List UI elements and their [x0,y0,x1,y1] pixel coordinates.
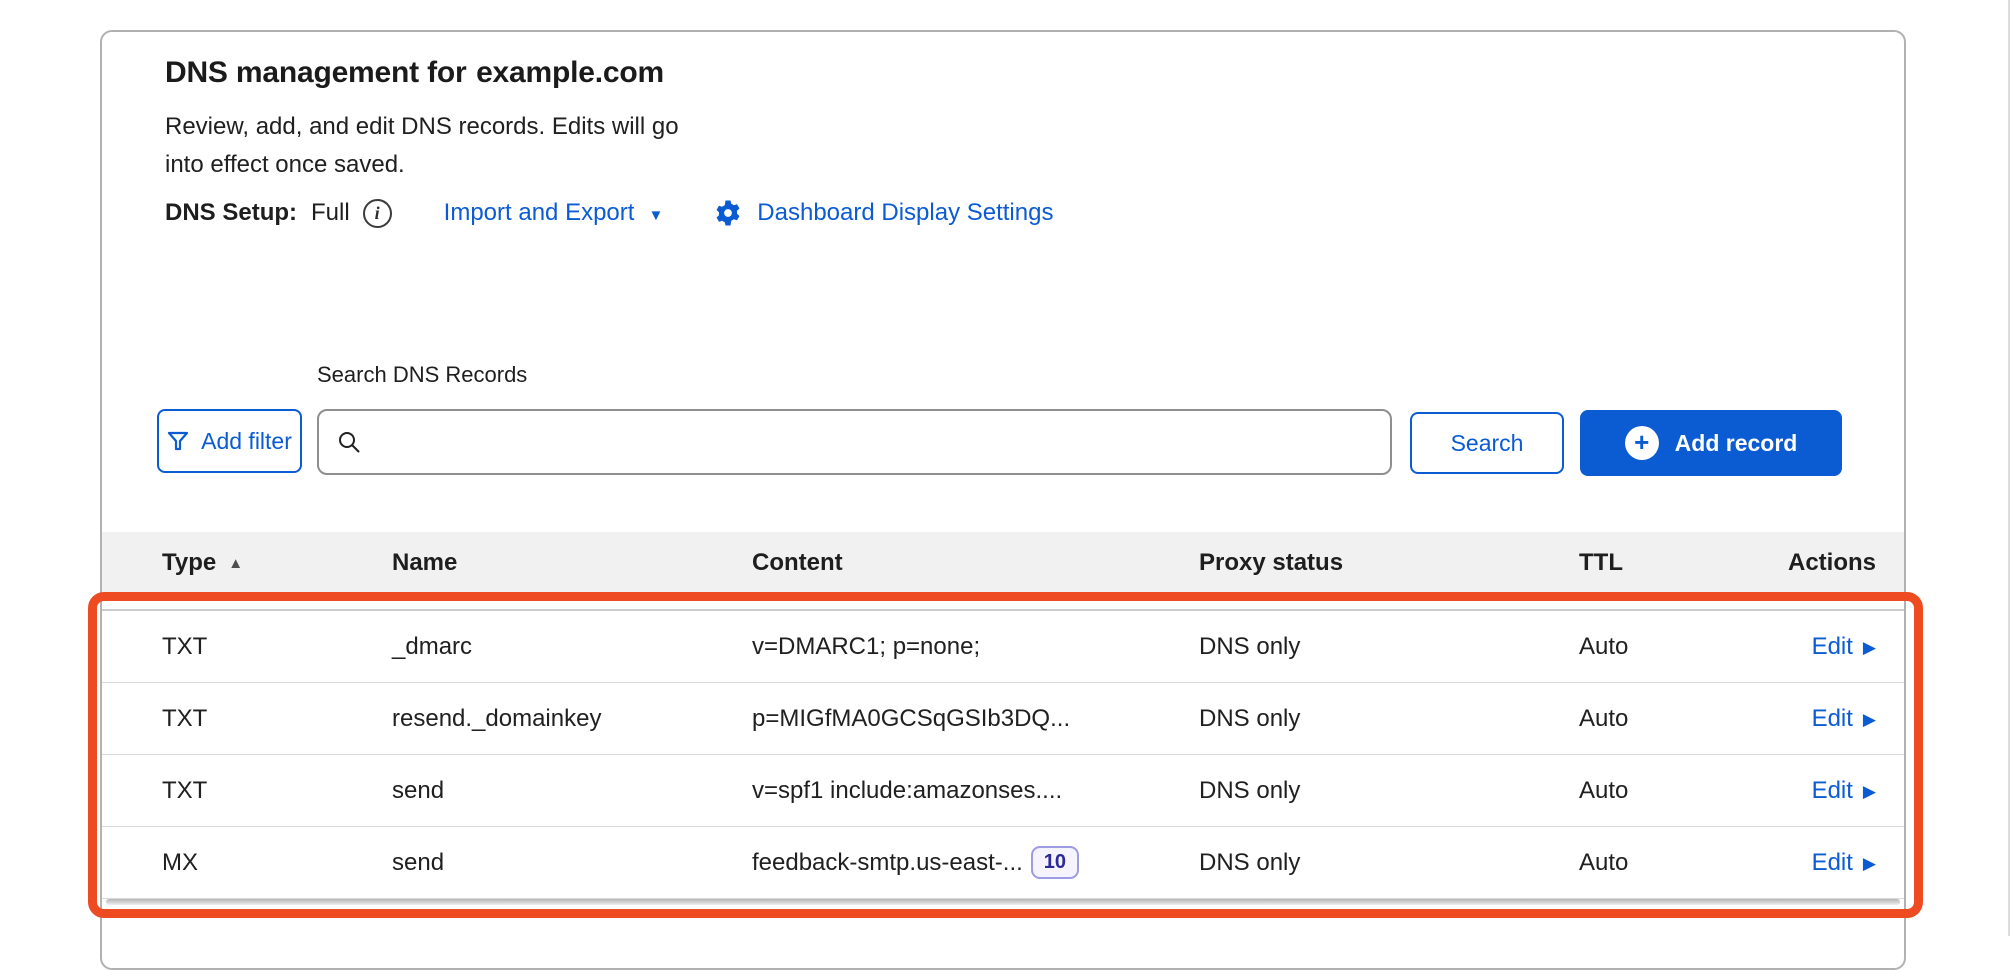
sort-ascending-icon: ▲ [228,555,243,572]
cell-proxy-status: DNS only [1199,633,1579,661]
edit-record-button[interactable]: Edit ▶ [1812,705,1876,733]
dashboard-display-settings-label: Dashboard Display Settings [757,199,1053,227]
add-filter-button[interactable]: Add filter [157,409,302,473]
cell-name: resend._domainkey [392,705,752,733]
edit-record-button[interactable]: Edit ▶ [1812,633,1876,661]
cell-proxy-status: DNS only [1199,849,1579,877]
cell-content: v=DMARC1; p=none; [752,633,1199,661]
cell-name: _dmarc [392,633,752,661]
chevron-right-icon: ▶ [1863,782,1876,802]
column-header-actions: Actions [1788,549,1876,577]
table-row: TXT _dmarc v=DMARC1; p=none; DNS only Au… [102,611,1904,683]
import-export-label: Import and Export [444,199,635,227]
add-filter-label: Add filter [201,428,292,455]
cell-ttl: Auto [1579,633,1767,661]
page-title: DNS management for example.com [165,56,664,90]
viewport-edge-line [2008,0,2010,936]
column-header-type-label: Type [162,549,216,577]
dns-setup-value: Full [311,199,350,227]
page-subtitle: Review, add, and edit DNS records. Edits… [165,108,710,184]
cell-type: TXT [162,705,392,733]
mx-priority-badge: 10 [1031,846,1079,879]
search-icon [337,430,361,454]
cell-name: send [392,777,752,805]
cell-type: TXT [162,777,392,805]
plus-circle-icon: + [1625,426,1659,460]
edit-label: Edit [1812,777,1853,805]
chevron-right-icon: ▶ [1863,710,1876,730]
cell-type: MX [162,849,392,877]
edit-record-button[interactable]: Edit ▶ [1812,777,1876,805]
add-record-label: Add record [1675,430,1798,457]
search-button-label: Search [1451,430,1524,457]
cell-content: feedback-smtp.us-east-... 10 [752,846,1199,879]
chevron-right-icon: ▶ [1863,638,1876,658]
edit-label: Edit [1812,633,1853,661]
page-title-domain: example.com [476,56,664,89]
search-button[interactable]: Search [1410,412,1564,474]
dns-setup-row: DNS Setup: Full i Import and Export ▼ Da… [165,192,1053,234]
page-title-prefix: DNS management for [165,56,466,89]
table-header: Type ▲ Name Content Proxy status TTL Act… [102,532,1904,594]
search-input[interactable] [375,429,1372,456]
filter-funnel-icon [167,431,189,451]
table-bottom-shadow [106,899,1900,905]
cell-content-text: feedback-smtp.us-east-... [752,849,1023,877]
column-header-proxy-status[interactable]: Proxy status [1199,549,1579,577]
cell-proxy-status: DNS only [1199,777,1579,805]
cell-ttl: Auto [1579,705,1767,733]
column-header-ttl[interactable]: TTL [1579,549,1767,577]
chevron-right-icon: ▶ [1863,854,1876,874]
cell-type: TXT [162,633,392,661]
edit-label: Edit [1812,849,1853,877]
cell-content: p=MIGfMA0GCSqGSIb3DQ... [752,705,1199,733]
edit-label: Edit [1812,705,1853,733]
info-icon[interactable]: i [363,199,392,228]
column-header-name[interactable]: Name [392,549,752,577]
cell-ttl: Auto [1579,849,1767,877]
search-field-label: Search DNS Records [317,362,527,388]
table-row: TXT send v=spf1 include:amazonses.... DN… [102,755,1904,827]
dns-setup-label: DNS Setup: [165,199,297,227]
cell-content: v=spf1 include:amazonses.... [752,777,1199,805]
dns-management-card: DNS management for example.com Review, ad… [100,30,1906,970]
table-row: MX send feedback-smtp.us-east-... 10 DNS… [102,827,1904,899]
import-export-link[interactable]: Import and Export ▼ [444,199,664,227]
cell-ttl: Auto [1579,777,1767,805]
cell-name: send [392,849,752,877]
edit-record-button[interactable]: Edit ▶ [1812,849,1876,877]
table-row: TXT resend._domainkey p=MIGfMA0GCSqGSIb3… [102,683,1904,755]
column-header-type[interactable]: Type ▲ [162,549,392,577]
chevron-down-icon: ▼ [648,207,663,224]
table-body: TXT _dmarc v=DMARC1; p=none; DNS only Au… [102,609,1904,899]
column-header-content[interactable]: Content [752,549,1199,577]
add-record-button[interactable]: + Add record [1580,410,1842,476]
dashboard-display-settings-link[interactable]: Dashboard Display Settings [713,198,1053,228]
cell-proxy-status: DNS only [1199,705,1579,733]
gear-icon [713,198,743,228]
search-box [317,409,1392,475]
